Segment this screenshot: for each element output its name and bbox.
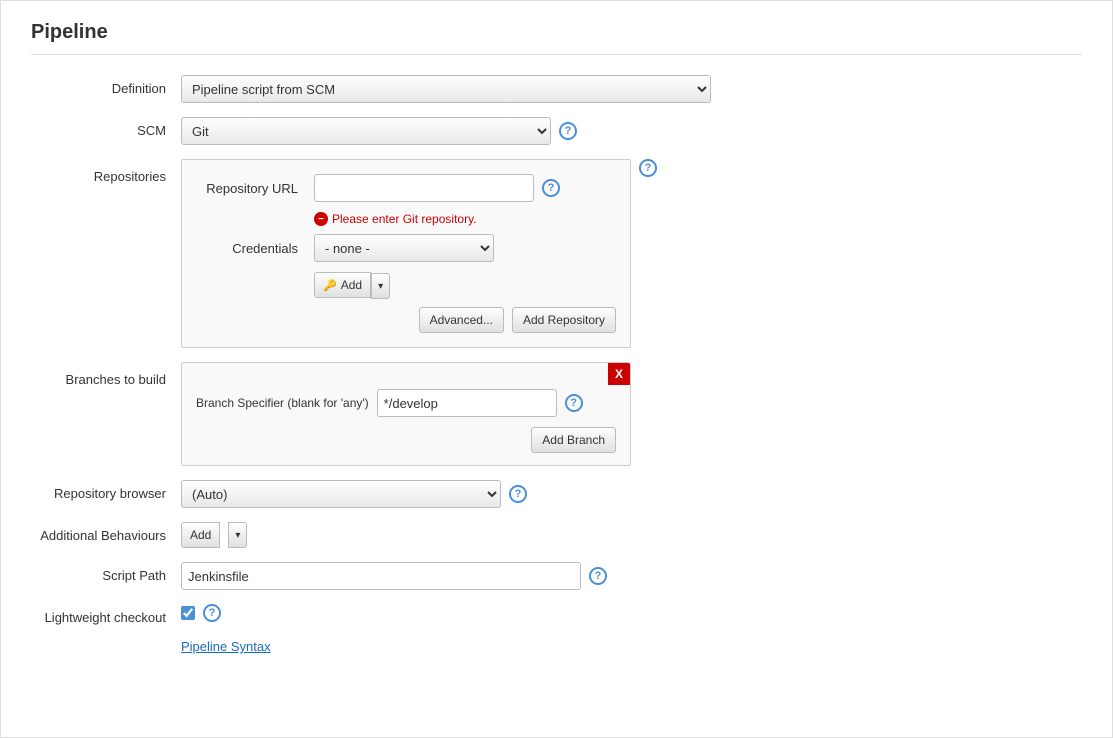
scm-row: SCM Git ? xyxy=(31,117,1082,145)
add-credentials-main-button[interactable]: 🔑 Add xyxy=(314,272,371,298)
script-path-input[interactable] xyxy=(181,562,581,590)
scm-label: SCM xyxy=(31,117,181,138)
repo-url-help-icon[interactable]: ? xyxy=(542,179,560,197)
credentials-select[interactable]: - none - xyxy=(314,234,494,262)
definition-select[interactable]: Pipeline script from SCM xyxy=(181,75,711,103)
lightweight-checkout-label: Lightweight checkout xyxy=(31,604,181,625)
add-credentials-caret[interactable]: ▾ xyxy=(371,273,390,299)
add-behaviour-caret[interactable]: ▾ xyxy=(228,522,247,548)
repositories-label: Repositories xyxy=(31,159,181,184)
add-credentials-wrap: 🔑 Add ▾ xyxy=(314,272,616,299)
repo-browser-help-icon[interactable]: ? xyxy=(509,485,527,503)
scm-control: Git ? xyxy=(181,117,1082,145)
repo-url-input[interactable] xyxy=(314,174,534,202)
additional-behaviours-control: Add ▾ xyxy=(181,522,1082,548)
repositories-outer: Repository URL ? − Please enter Git repo… xyxy=(181,159,657,348)
lightweight-checkout-help-icon[interactable]: ? xyxy=(203,604,221,622)
repo-browser-label: Repository browser xyxy=(31,480,181,501)
add-behaviour-label: Add xyxy=(190,528,211,542)
add-repository-button[interactable]: Add Repository xyxy=(512,307,616,333)
page-title: Pipeline xyxy=(31,21,1082,55)
credentials-label: Credentials xyxy=(196,241,306,256)
script-path-label: Script Path xyxy=(31,562,181,583)
pipeline-syntax-row: Pipeline Syntax xyxy=(181,639,1082,654)
key-icon: 🔑 xyxy=(323,279,337,292)
add-branch-button[interactable]: Add Branch xyxy=(531,427,616,453)
add-credentials-label: Add xyxy=(341,278,362,292)
lightweight-checkbox-wrap xyxy=(181,606,195,620)
additional-behaviours-row: Additional Behaviours Add ▾ xyxy=(31,522,1082,548)
error-text: Please enter Git repository. xyxy=(332,212,477,226)
repo-error-msg: − Please enter Git repository. xyxy=(314,212,616,226)
definition-label: Definition xyxy=(31,75,181,96)
lightweight-checkout-row: Lightweight checkout ? xyxy=(31,604,1082,625)
credentials-row: Credentials - none - xyxy=(196,234,616,262)
page-wrapper: Pipeline Definition Pipeline script from… xyxy=(0,0,1113,738)
add-behaviour-main-button[interactable]: Add xyxy=(181,522,220,548)
branch-specifier-label: Branch Specifier (blank for 'any') xyxy=(196,396,369,410)
scm-help-icon[interactable]: ? xyxy=(559,122,577,140)
repo-btn-row: Advanced... Add Repository xyxy=(196,307,616,333)
repositories-help-icon[interactable]: ? xyxy=(639,159,657,177)
branches-box: X Branch Specifier (blank for 'any') ? A… xyxy=(181,362,631,466)
branches-label: Branches to build xyxy=(31,362,181,387)
script-path-row: Script Path ? xyxy=(31,562,1082,590)
branches-outer: X Branch Specifier (blank for 'any') ? A… xyxy=(181,362,631,466)
definition-control: Pipeline script from SCM xyxy=(181,75,1082,103)
branch-specifier-row: Branch Specifier (blank for 'any') ? xyxy=(196,389,616,417)
script-path-control: ? xyxy=(181,562,1082,590)
error-icon: − xyxy=(314,212,328,226)
repo-url-label: Repository URL xyxy=(196,181,306,196)
lightweight-checkout-checkbox[interactable] xyxy=(181,606,195,620)
repo-browser-select[interactable]: (Auto) xyxy=(181,480,501,508)
pipeline-syntax-link[interactable]: Pipeline Syntax xyxy=(181,639,271,654)
branch-specifier-input[interactable] xyxy=(377,389,557,417)
repo-browser-row: Repository browser (Auto) ? xyxy=(31,480,1082,508)
remove-branch-button[interactable]: X xyxy=(608,363,630,385)
scm-select[interactable]: Git xyxy=(181,117,551,145)
script-path-help-icon[interactable]: ? xyxy=(589,567,607,585)
lightweight-checkout-control: ? xyxy=(181,604,1082,622)
branch-specifier-help-icon[interactable]: ? xyxy=(565,394,583,412)
repo-url-row: Repository URL ? xyxy=(196,174,616,202)
branches-row: Branches to build X Branch Specifier (bl… xyxy=(31,362,1082,466)
repo-browser-control: (Auto) ? xyxy=(181,480,1082,508)
additional-behaviours-label: Additional Behaviours xyxy=(31,522,181,543)
definition-row: Definition Pipeline script from SCM xyxy=(31,75,1082,103)
repositories-box: Repository URL ? − Please enter Git repo… xyxy=(181,159,631,348)
advanced-button[interactable]: Advanced... xyxy=(419,307,504,333)
add-branch-btn-row: Add Branch xyxy=(196,427,616,453)
repositories-row: Repositories Repository URL ? − Please e… xyxy=(31,159,1082,348)
